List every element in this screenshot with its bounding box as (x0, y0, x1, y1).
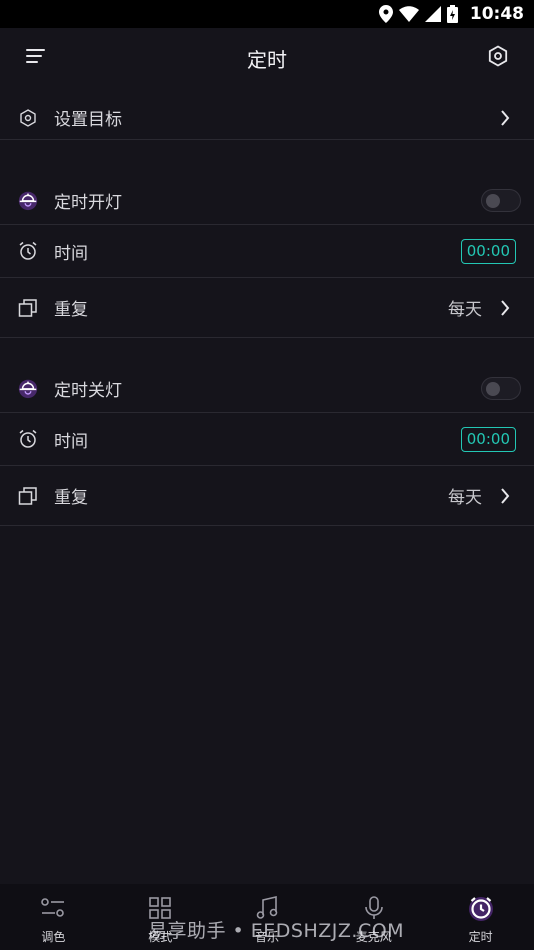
lamp-off-icon (17, 377, 39, 399)
menu-icon (26, 48, 46, 68)
timer-off-repeat-value: 每天 (448, 488, 482, 508)
settings-button[interactable] (484, 44, 512, 72)
nav-item-timer[interactable]: 定时 (427, 884, 534, 950)
timer-off-label: 定时关灯 (54, 380, 122, 401)
settings-icon (487, 45, 509, 71)
sliders-icon (39, 894, 67, 922)
chevron-right-icon (498, 485, 512, 507)
timer-on-time-row[interactable]: 时间 00:00 (0, 225, 534, 278)
battery-charging-icon (446, 5, 458, 23)
timer-off-time-value[interactable]: 00:00 (460, 426, 516, 452)
set-target-label: 设置目标 (54, 110, 122, 130)
timer-off-time-label: 时间 (54, 431, 88, 452)
page-title: 定时 (247, 47, 287, 72)
timer-on-repeat-label: 重复 (54, 300, 88, 320)
alarm-clock-icon (17, 428, 39, 450)
app-bar: 定时 (0, 28, 534, 88)
alarm-clock-icon (467, 894, 495, 922)
toggle-knob (486, 381, 500, 396)
status-time: 10:48 (469, 4, 524, 24)
timer-on-repeat-value: 每天 (448, 300, 482, 320)
timer-off-repeat-row[interactable]: 重复 每天 (0, 466, 534, 526)
status-bar: 10:48 (0, 0, 534, 28)
timer-on-time-value[interactable]: 00:00 (460, 238, 516, 264)
timer-off-header-row: 定时关灯 (0, 364, 534, 413)
lamp-on-icon (17, 189, 39, 211)
nav-label-color: 调色 (41, 930, 66, 944)
signal-icon (424, 6, 441, 22)
timer-on-repeat-row[interactable]: 重复 每天 (0, 278, 534, 338)
nav-item-color[interactable]: 调色 (0, 884, 107, 950)
location-icon (378, 5, 393, 23)
timer-on-header-row: 定时开灯 (0, 176, 534, 225)
wifi-icon (398, 6, 419, 22)
chevron-right-icon (498, 107, 512, 129)
timer-off-toggle[interactable] (481, 376, 521, 400)
timer-on-label: 定时开灯 (54, 192, 122, 213)
timer-on-toggle[interactable] (481, 188, 521, 212)
copy-icon (17, 297, 39, 319)
watermark: 易享助手 • EEDSHZJZ.COM (148, 920, 405, 942)
set-target-row[interactable]: 设置目标 (0, 96, 534, 140)
timer-off-time-row[interactable]: 时间 00:00 (0, 413, 534, 466)
timer-on-time-label: 时间 (54, 243, 88, 264)
menu-button[interactable] (22, 46, 50, 70)
toggle-knob (486, 193, 500, 208)
timer-off-repeat-label: 重复 (54, 488, 88, 508)
alarm-clock-icon (17, 240, 39, 262)
chevron-right-icon (498, 297, 512, 319)
nav-label-timer: 定时 (468, 930, 493, 944)
copy-icon (17, 485, 39, 507)
hexagon-icon (17, 107, 39, 129)
